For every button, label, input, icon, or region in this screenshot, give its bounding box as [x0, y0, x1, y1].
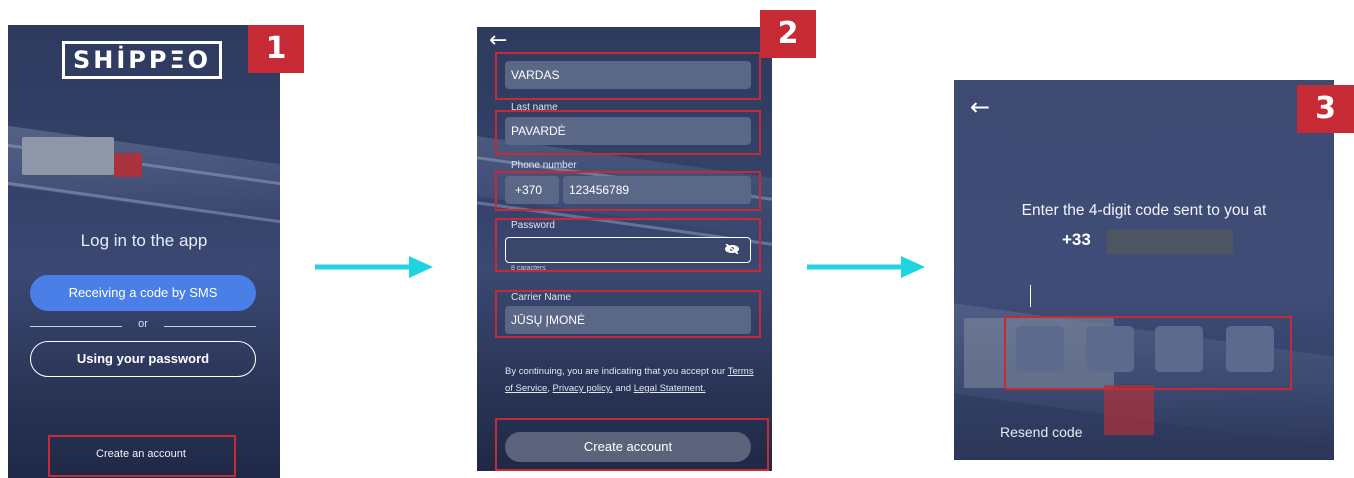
login-screen: SHİPPΞO Log in to the app Receiving a co… [8, 25, 280, 478]
redacted-phone-number [1107, 230, 1233, 254]
privacy-policy-link[interactable]: Privacy policy, [553, 383, 613, 394]
truck-cab [114, 153, 142, 177]
verification-screen: ← Enter the 4-digit code sent to you at … [954, 80, 1334, 460]
text-cursor [1030, 285, 1031, 307]
onboarding-steps: SHİPPΞO Log in to the app Receiving a co… [0, 0, 1354, 478]
highlight-last-name [495, 110, 761, 155]
step-badge: 2 [760, 10, 816, 58]
highlight-create-account [48, 435, 236, 477]
sms-code-button[interactable]: Receiving a code by SMS [30, 275, 256, 311]
highlight-carrier [495, 290, 761, 338]
truck-trailer [22, 137, 114, 175]
back-arrow-icon[interactable]: ← [970, 95, 990, 119]
arrow-right-icon [807, 256, 925, 278]
highlight-code-inputs [1004, 316, 1292, 390]
truck-cab [1104, 385, 1154, 435]
login-title: Log in to the app [80, 231, 208, 250]
arrow-right-icon [315, 256, 433, 278]
or-divider: or [30, 318, 256, 334]
highlight-phone [495, 171, 761, 211]
terms-and: and [615, 383, 632, 394]
highlight-first-name [495, 52, 761, 100]
terms-text: By continuing, you are indicating that y… [505, 366, 754, 394]
phone-prefix: +33 [1062, 230, 1091, 249]
terms-prefix: By continuing, you are indicating that y… [505, 366, 726, 377]
resend-code-link[interactable]: Resend code [1000, 424, 1083, 440]
step-badge: 1 [248, 25, 304, 73]
back-arrow-icon[interactable]: ← [489, 30, 507, 52]
highlight-create-account [495, 418, 769, 471]
step-badge: 3 [1297, 85, 1354, 133]
phone-label: Phone number [511, 160, 577, 171]
legal-statement-link[interactable]: Legal Statement. [634, 383, 706, 394]
highlight-password [495, 218, 761, 272]
password-login-button[interactable]: Using your password [30, 341, 256, 377]
code-instruction: Enter the 4-digit code sent to you at [1021, 202, 1267, 219]
shippeo-logo: SHİPPΞO [62, 41, 222, 79]
